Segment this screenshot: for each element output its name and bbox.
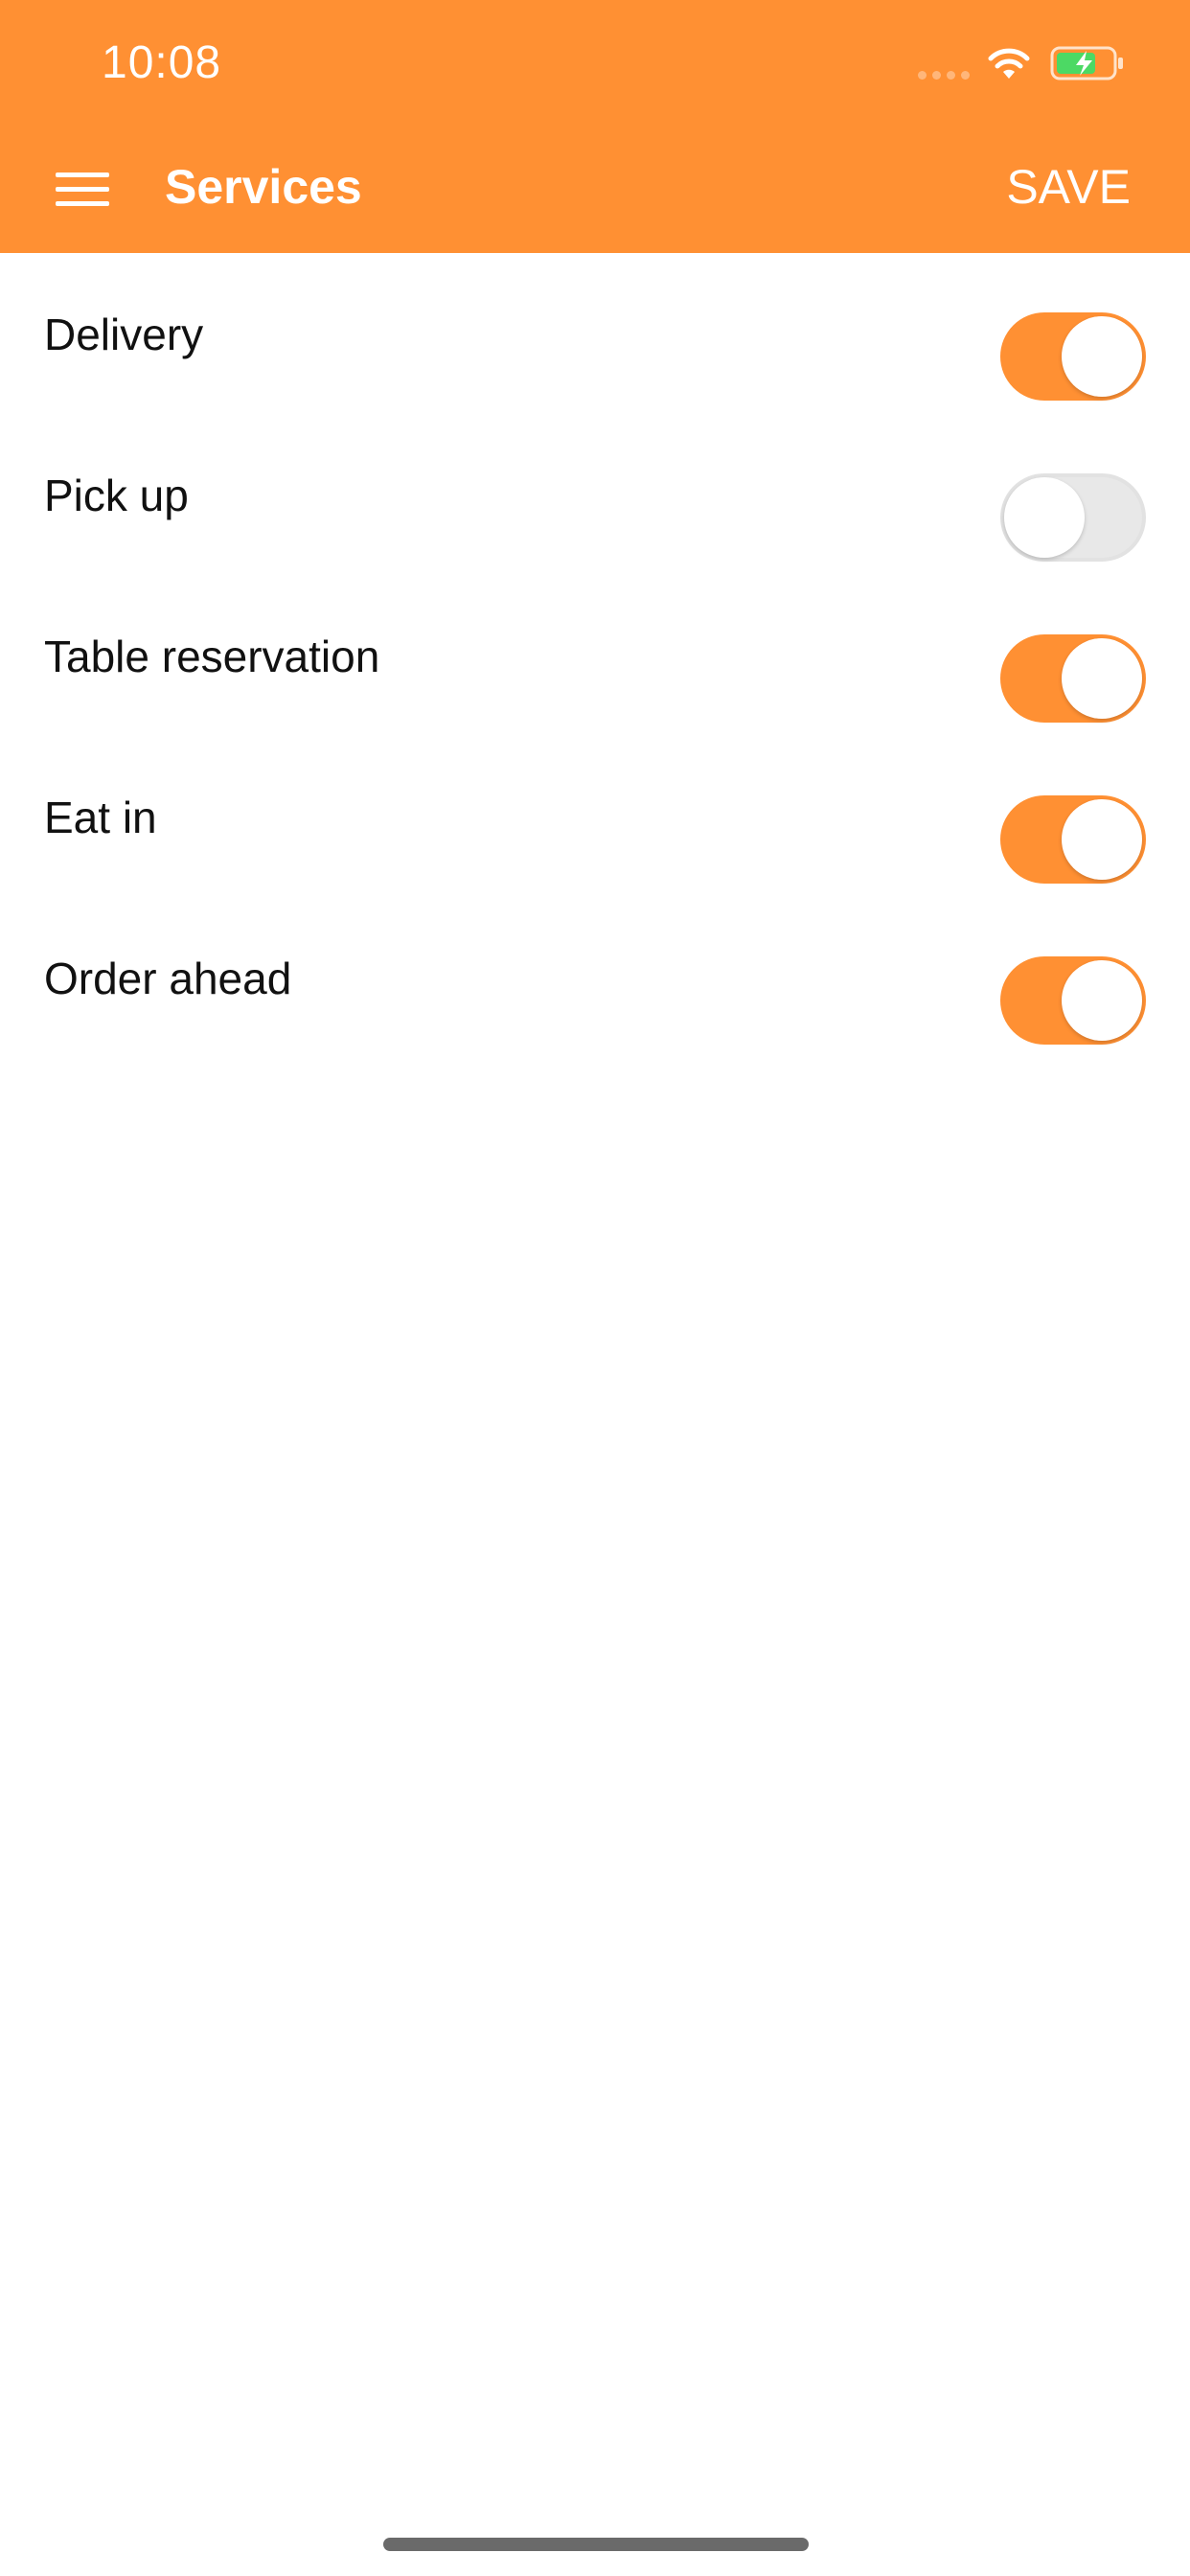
status-time: 10:08 — [102, 37, 222, 88]
toggle-knob — [1062, 316, 1142, 397]
save-button[interactable]: SAVE — [1006, 159, 1131, 215]
battery-charging-icon — [1050, 46, 1123, 80]
page-title: Services — [165, 160, 362, 214]
pick-up-toggle[interactable] — [1000, 473, 1146, 562]
service-label: Pick up — [44, 471, 189, 520]
service-label: Delivery — [44, 310, 204, 359]
app-header: 10:08 Services SAVE — [0, 0, 1190, 253]
service-row-table-reservation: Table reservation — [0, 575, 1190, 736]
eat-in-toggle[interactable] — [1000, 795, 1146, 884]
table-reservation-toggle[interactable] — [1000, 634, 1146, 723]
service-row-delivery: Delivery — [0, 253, 1190, 414]
service-label: Order ahead — [44, 954, 292, 1003]
home-indicator — [383, 2538, 809, 2551]
toggle-knob — [1062, 638, 1142, 719]
toggle-knob — [1062, 799, 1142, 880]
cellular-signal-icon — [918, 71, 970, 80]
services-list: Delivery Pick up Table reservation Eat i… — [0, 253, 1190, 1058]
toggle-knob — [1062, 960, 1142, 1041]
menu-icon[interactable] — [56, 172, 111, 207]
wifi-icon — [988, 48, 1030, 79]
order-ahead-toggle[interactable] — [1000, 956, 1146, 1045]
service-row-pick-up: Pick up — [0, 414, 1190, 575]
service-label: Eat in — [44, 793, 157, 842]
service-row-eat-in: Eat in — [0, 736, 1190, 897]
service-label: Table reservation — [44, 632, 380, 681]
delivery-toggle[interactable] — [1000, 312, 1146, 401]
service-row-order-ahead: Order ahead — [0, 897, 1190, 1058]
toggle-knob — [1004, 477, 1085, 558]
